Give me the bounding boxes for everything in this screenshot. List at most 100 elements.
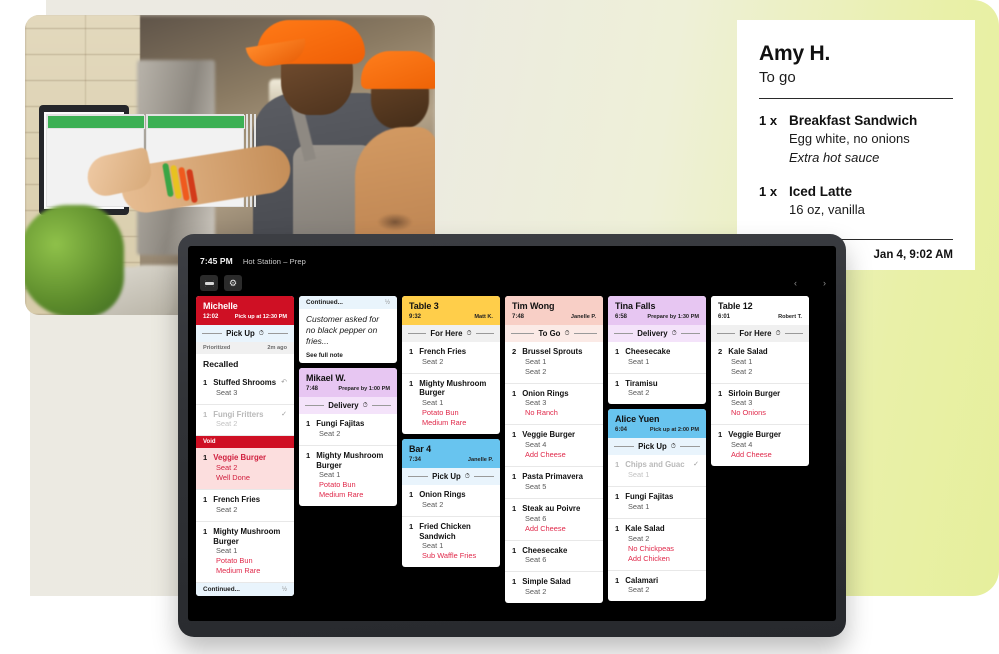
priority-elapsed: 2m ago	[267, 345, 287, 351]
ticket-item[interactable]: 1 Mighty Mushroom Burger Seat 1 Potato B…	[402, 374, 500, 434]
item-modifier: Well Done	[216, 473, 250, 483]
ticket-item[interactable]: 1 Onion Rings Seat 3 No Ranch	[505, 384, 603, 426]
ticket-item[interactable]: 1 Kale Salad Seat 2 No Chickpeas Add Chi…	[608, 519, 706, 571]
ticket-item[interactable]: 1 Calamari Seat 2	[608, 571, 706, 602]
ticket-item[interactable]: 1 Fried Chicken Sandwich Seat 1 Sub Waff…	[402, 517, 500, 567]
clock-icon: ⏱	[671, 329, 677, 337]
item-qty: 1	[512, 388, 517, 398]
order-ticket[interactable]: Table 3 9:32 Matt K. For Here ⏱ 1 French…	[402, 296, 500, 435]
ticket-item[interactable]: 1 French Fries Seat 2	[196, 490, 294, 522]
ticket-item[interactable]: 1 Veggie Burger Seat 4 Add Cheese	[711, 425, 809, 466]
item-main: 1 Mighty Mushroom Burger	[203, 527, 287, 546]
check-icon: ✓	[693, 461, 699, 469]
prev-page-arrow[interactable]: ‹	[794, 278, 797, 288]
item-qty: 1	[615, 575, 620, 585]
ticket-time: 7:48	[512, 314, 525, 320]
item-main: 1 Mighty Mushroom Burger	[409, 379, 493, 398]
rule-left	[717, 333, 736, 334]
rule-right	[573, 333, 597, 334]
ticket-item[interactable]: 2 Kale Salad Seat 1 Seat 2	[711, 342, 809, 384]
ticket-item[interactable]: ✓ 1 Fungi Fritters Seat 2	[196, 405, 294, 437]
ticket-server: Prepare by 1:30 PM	[647, 314, 699, 320]
item-modifier: Sub Waffle Fries	[422, 551, 477, 561]
item-main: 1 Cheesecake	[512, 546, 596, 556]
item-seat: Seat 1	[422, 541, 444, 551]
item-qty: 1	[615, 347, 620, 356]
fulfillment-row: To Go ⏱	[505, 325, 603, 342]
item-name: Fungi Fajitas	[316, 419, 365, 429]
ticket-item[interactable]: 1 Fungi Fajitas Seat 1	[608, 487, 706, 519]
kds-pagination: ‹ ›	[794, 270, 826, 296]
ticket-item[interactable]: ✓ 1 Chips and Guac Seat 1	[608, 455, 706, 488]
ticket-item-voided[interactable]: 1 Veggie Burger Seat 2 Well Done	[196, 448, 294, 491]
ticket-item[interactable]: 1 French Fries Seat 2	[402, 342, 500, 374]
item-modifier: No Onions	[731, 408, 766, 418]
item-name: Veggie Burger	[728, 430, 782, 440]
item-qty: 1	[203, 378, 208, 387]
order-ticket[interactable]: Michelle 12:02 Pick up at 12:30 PM Pick …	[196, 296, 294, 597]
order-ticket[interactable]: Tim Wong 7:48 Janelle P. To Go ⏱ 2 Bruss…	[505, 296, 603, 603]
menu-button[interactable]	[200, 275, 218, 291]
ticket-title: Bar 4	[409, 444, 432, 455]
next-page-arrow[interactable]: ›	[823, 278, 826, 288]
ticket-item[interactable]: 1 Sirloin Burger Seat 3 No Onions	[711, 384, 809, 426]
rule-right	[680, 333, 701, 334]
item-qty: 1	[615, 460, 620, 470]
ticket-item[interactable]: ↶ 1 Stuffed Shrooms Seat 3	[196, 373, 294, 405]
order-ticket[interactable]: Alice Yuen 6:04 Pick up at 2:00 PM Pick …	[608, 409, 706, 602]
note-body: Customer asked for no black pepper on fr…	[299, 309, 397, 363]
ticket-item[interactable]: 1 Cheesecake Seat 1	[608, 342, 706, 374]
ticket-item[interactable]: 1 Simple Salad Seat 2	[505, 572, 603, 603]
order-ticket[interactable]: Mikael W. 7:48 Prepare by 1:00 PM Delive…	[299, 368, 397, 507]
order-ticket[interactable]: Tina Falls 6:58 Prepare by 1:30 PM Deliv…	[608, 296, 706, 405]
item-modifier: Potato Bun	[319, 480, 356, 490]
item-seat: Seat 3	[731, 398, 753, 408]
receipt-item-qty: 1 x	[759, 113, 778, 128]
ticket-time: 12:02	[203, 314, 219, 320]
order-ticket[interactable]: Table 12 6:01 Robert T. For Here ⏱ 2 Kal…	[711, 296, 809, 467]
ticket-item[interactable]: 1 Cheesecake Seat 6	[505, 541, 603, 573]
kds-toolbar: ⚙ ‹ ›	[188, 270, 836, 296]
item-main: 1 Chips and Guac	[615, 460, 699, 470]
fulfillment-label: Delivery	[637, 329, 668, 338]
ticket-item[interactable]: 1 Steak au Poivre Seat 6 Add Cheese	[505, 499, 603, 541]
ticket-item[interactable]: 1 Mighty Mushroom Burger Seat 1 Potato B…	[196, 522, 294, 584]
ticket-item[interactable]: 1 Onion Rings Seat 2	[402, 485, 500, 517]
item-seat: Seat 2	[216, 504, 238, 514]
item-qty: 1	[203, 409, 208, 419]
ticket-item[interactable]: 1 Fungi Fajitas Seat 2	[299, 414, 397, 446]
order-ticket[interactable]: Bar 4 7:34 Janelle P. Pick Up ⏱ 1 Onion …	[402, 439, 500, 568]
item-main: 1 Fungi Fritters	[203, 410, 287, 420]
note-header: Continued... ½	[299, 296, 397, 309]
item-modifier: Potato Bun	[216, 556, 253, 566]
clock-icon: ⏱	[775, 329, 781, 337]
fulfillment-row: Pick Up ⏱	[608, 438, 706, 456]
item-seat: Seat 6	[525, 555, 547, 565]
kds-clock: 7:45 PM	[200, 256, 233, 266]
page-fraction: ½	[384, 299, 390, 306]
ticket-column: Table 12 6:01 Robert T. For Here ⏱ 2 Kal…	[711, 296, 809, 621]
ticket-item[interactable]: 1 Tiramisu Seat 2	[608, 374, 706, 405]
ticket-item[interactable]: 1 Veggie Burger Seat 4 Add Cheese	[505, 425, 603, 468]
clock-icon: ⏱	[362, 401, 368, 409]
item-name: Cheesecake	[522, 545, 568, 555]
receipt-item-note: Extra hot sauce	[789, 149, 880, 165]
refresh-button[interactable]: ⚙	[224, 275, 242, 291]
item-name: Mighty Mushroom Burger	[213, 526, 281, 546]
see-full-note-link[interactable]: See full note	[306, 352, 390, 359]
priority-row: Prioritized 2m ago	[196, 342, 294, 354]
undo-icon[interactable]: ↶	[281, 378, 287, 386]
ticket-title: Tim Wong	[512, 301, 555, 311]
item-name: Onion Rings	[419, 490, 466, 500]
ticket-meta: 7:48 Prepare by 1:00 PM	[306, 386, 390, 392]
ticket-item[interactable]: 1 Mighty Mushroom Burger Seat 1 Potato B…	[299, 446, 397, 506]
ticket-item[interactable]: 2 Brussel Sprouts Seat 1 Seat 2	[505, 342, 603, 384]
item-main: 1 Veggie Burger	[203, 453, 287, 463]
order-note-card[interactable]: Continued... ½ Customer asked for no bla…	[299, 296, 397, 364]
ticket-continued-footer[interactable]: Continued... ½	[196, 583, 294, 597]
ticket-item[interactable]: 1 Pasta Primavera Seat 5	[505, 467, 603, 499]
item-seat: Seat 2	[216, 463, 238, 473]
item-qty: 1	[718, 388, 723, 398]
item-qty: 1	[512, 430, 517, 440]
item-name: Simple Salad	[522, 577, 571, 587]
